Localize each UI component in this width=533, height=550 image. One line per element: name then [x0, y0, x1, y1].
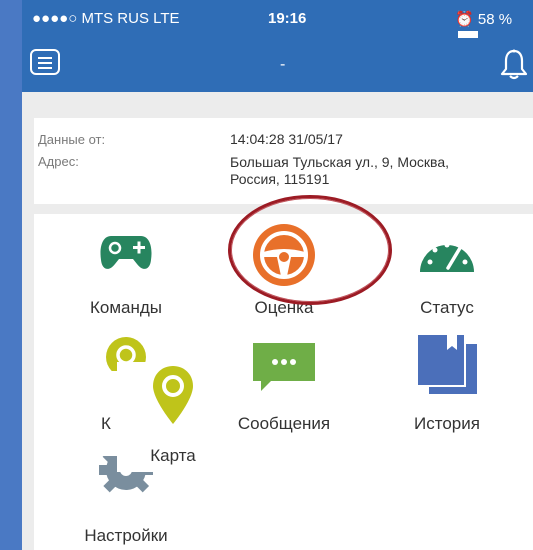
data-value: 14:04:28 31/05/17 — [230, 131, 343, 147]
menu-item-history[interactable]: История — [372, 332, 522, 442]
map-label: Карта — [150, 446, 196, 465]
menu-item-messages[interactable]: Сообщения — [209, 332, 359, 442]
chat-icon — [253, 343, 315, 391]
books-icon — [417, 334, 477, 394]
status-label: Статус — [420, 298, 474, 317]
alarm-icon: ⏰ — [455, 11, 474, 28]
menu-item-status[interactable]: Статус — [372, 214, 522, 324]
address-line1: Большая Тульская ул., 9, Москва, — [230, 154, 450, 170]
app-screen: ●●●●○ MTS RUS LTE 19:16 ⏰ 58 % - Данные … — [22, 0, 533, 550]
nav-bar: - — [22, 38, 533, 92]
speedometer-icon — [420, 242, 474, 272]
bell-icon[interactable] — [500, 48, 528, 80]
commands-label: Команды — [89, 298, 163, 317]
messages-label: Сообщения — [237, 414, 331, 433]
map-pin-icon — [153, 366, 193, 424]
address-line2: Россия, 115191 — [230, 171, 330, 187]
nav-title: - — [280, 56, 286, 73]
status-bar: ●●●●○ MTS RUS LTE 19:16 ⏰ 58 % — [22, 0, 533, 44]
gamepad-icon — [100, 236, 152, 269]
address-label: Адрес: — [38, 154, 79, 169]
map-overlay-card[interactable]: Карта — [117, 362, 229, 472]
menu-item-commands[interactable]: Команды — [51, 214, 201, 324]
carrier-label: ●●●●○ MTS RUS LTE — [32, 10, 180, 27]
highlight-circle — [228, 195, 392, 305]
settings-label: Настройки — [84, 526, 168, 545]
data-label: Данные от: — [38, 132, 106, 147]
history-label: История — [414, 414, 480, 433]
info-card: Данные от: 14:04:28 31/05/17 Адрес: Боль… — [34, 118, 533, 204]
menu-icon[interactable] — [30, 49, 60, 75]
battery-percent: 58 % — [477, 11, 513, 28]
clock: 19:16 — [268, 10, 307, 27]
